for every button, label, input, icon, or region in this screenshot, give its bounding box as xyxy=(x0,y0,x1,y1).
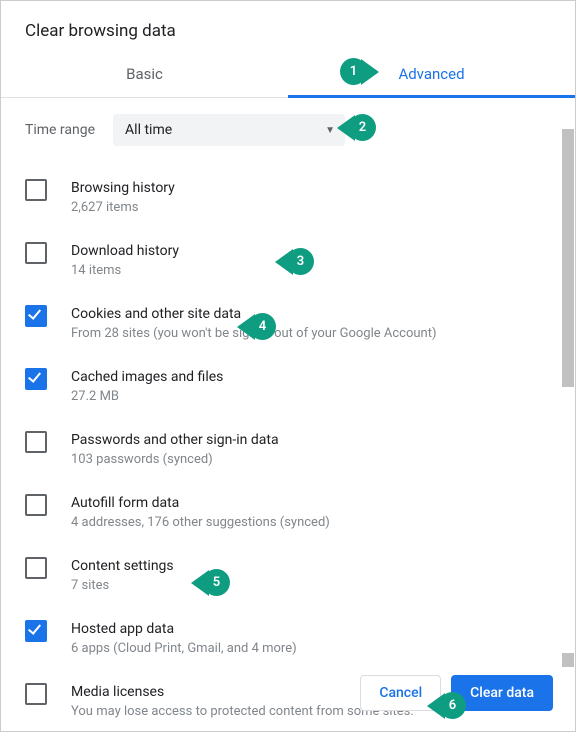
tabs: Basic Advanced xyxy=(1,53,575,98)
checkbox-content-settings[interactable] xyxy=(25,557,47,579)
option-passwords: Passwords and other sign-in data103 pass… xyxy=(25,420,563,483)
time-range-value: All time xyxy=(125,122,172,138)
chevron-down-icon: ▼ xyxy=(325,125,335,136)
clear-browsing-data-dialog: Clear browsing data Basic Advanced Time … xyxy=(0,0,576,732)
dialog-footer: Cancel Clear data xyxy=(360,675,553,711)
options-list: Browsing history2,627 itemsDownload hist… xyxy=(25,168,563,735)
option-subtitle: 2,627 items xyxy=(71,199,175,217)
option-title: Download history xyxy=(71,241,179,261)
option-cookies: Cookies and other site dataFrom 28 sites… xyxy=(25,294,563,357)
option-subtitle: 7 sites xyxy=(71,577,174,595)
option-title: Hosted app data xyxy=(71,619,297,639)
option-subtitle: 6 apps (Cloud Print, Gmail, and 4 more) xyxy=(71,640,297,658)
cancel-button[interactable]: Cancel xyxy=(360,675,441,711)
option-title: Content settings xyxy=(71,556,174,576)
time-range-select[interactable]: All time ▼ xyxy=(113,114,345,146)
time-range-row: Time range All time ▼ xyxy=(25,114,563,146)
option-subtitle: 27.2 MB xyxy=(71,388,223,406)
scrollbar-thumb[interactable] xyxy=(562,129,574,387)
checkbox-browsing-history[interactable] xyxy=(25,179,47,201)
option-title: Cached images and files xyxy=(71,367,223,387)
option-hosted-app: Hosted app data6 apps (Cloud Print, Gmai… xyxy=(25,609,563,672)
tab-basic[interactable]: Basic xyxy=(1,53,288,97)
dialog-title: Clear browsing data xyxy=(1,1,575,53)
checkbox-media-licenses[interactable] xyxy=(25,683,47,705)
option-title: Passwords and other sign-in data xyxy=(71,430,279,450)
dialog-body: Time range All time ▼ Browsing history2,… xyxy=(1,98,575,735)
scrollbar[interactable] xyxy=(561,99,575,675)
checkbox-cached[interactable] xyxy=(25,368,47,390)
scrollbar-thumb-bottom[interactable] xyxy=(562,653,574,667)
option-download-history: Download history14 items xyxy=(25,231,563,294)
clear-data-button[interactable]: Clear data xyxy=(451,675,553,711)
checkbox-download-history[interactable] xyxy=(25,242,47,264)
option-content-settings: Content settings7 sites xyxy=(25,546,563,609)
option-title: Autofill form data xyxy=(71,493,330,513)
checkbox-cookies[interactable] xyxy=(25,305,47,327)
option-title: Browsing history xyxy=(71,178,175,198)
option-title: Cookies and other site data xyxy=(71,304,436,324)
option-autofill: Autofill form data4 addresses, 176 other… xyxy=(25,483,563,546)
checkbox-hosted-app[interactable] xyxy=(25,620,47,642)
option-cached: Cached images and files27.2 MB xyxy=(25,357,563,420)
checkbox-passwords[interactable] xyxy=(25,431,47,453)
option-subtitle: 4 addresses, 176 other suggestions (sync… xyxy=(71,514,330,532)
option-subtitle: From 28 sites (you won't be signed out o… xyxy=(71,325,436,343)
time-range-label: Time range xyxy=(25,122,95,138)
option-subtitle: 103 passwords (synced) xyxy=(71,451,279,469)
tab-advanced[interactable]: Advanced xyxy=(288,53,575,97)
option-subtitle: 14 items xyxy=(71,262,179,280)
checkbox-autofill[interactable] xyxy=(25,494,47,516)
option-browsing-history: Browsing history2,627 items xyxy=(25,168,563,231)
